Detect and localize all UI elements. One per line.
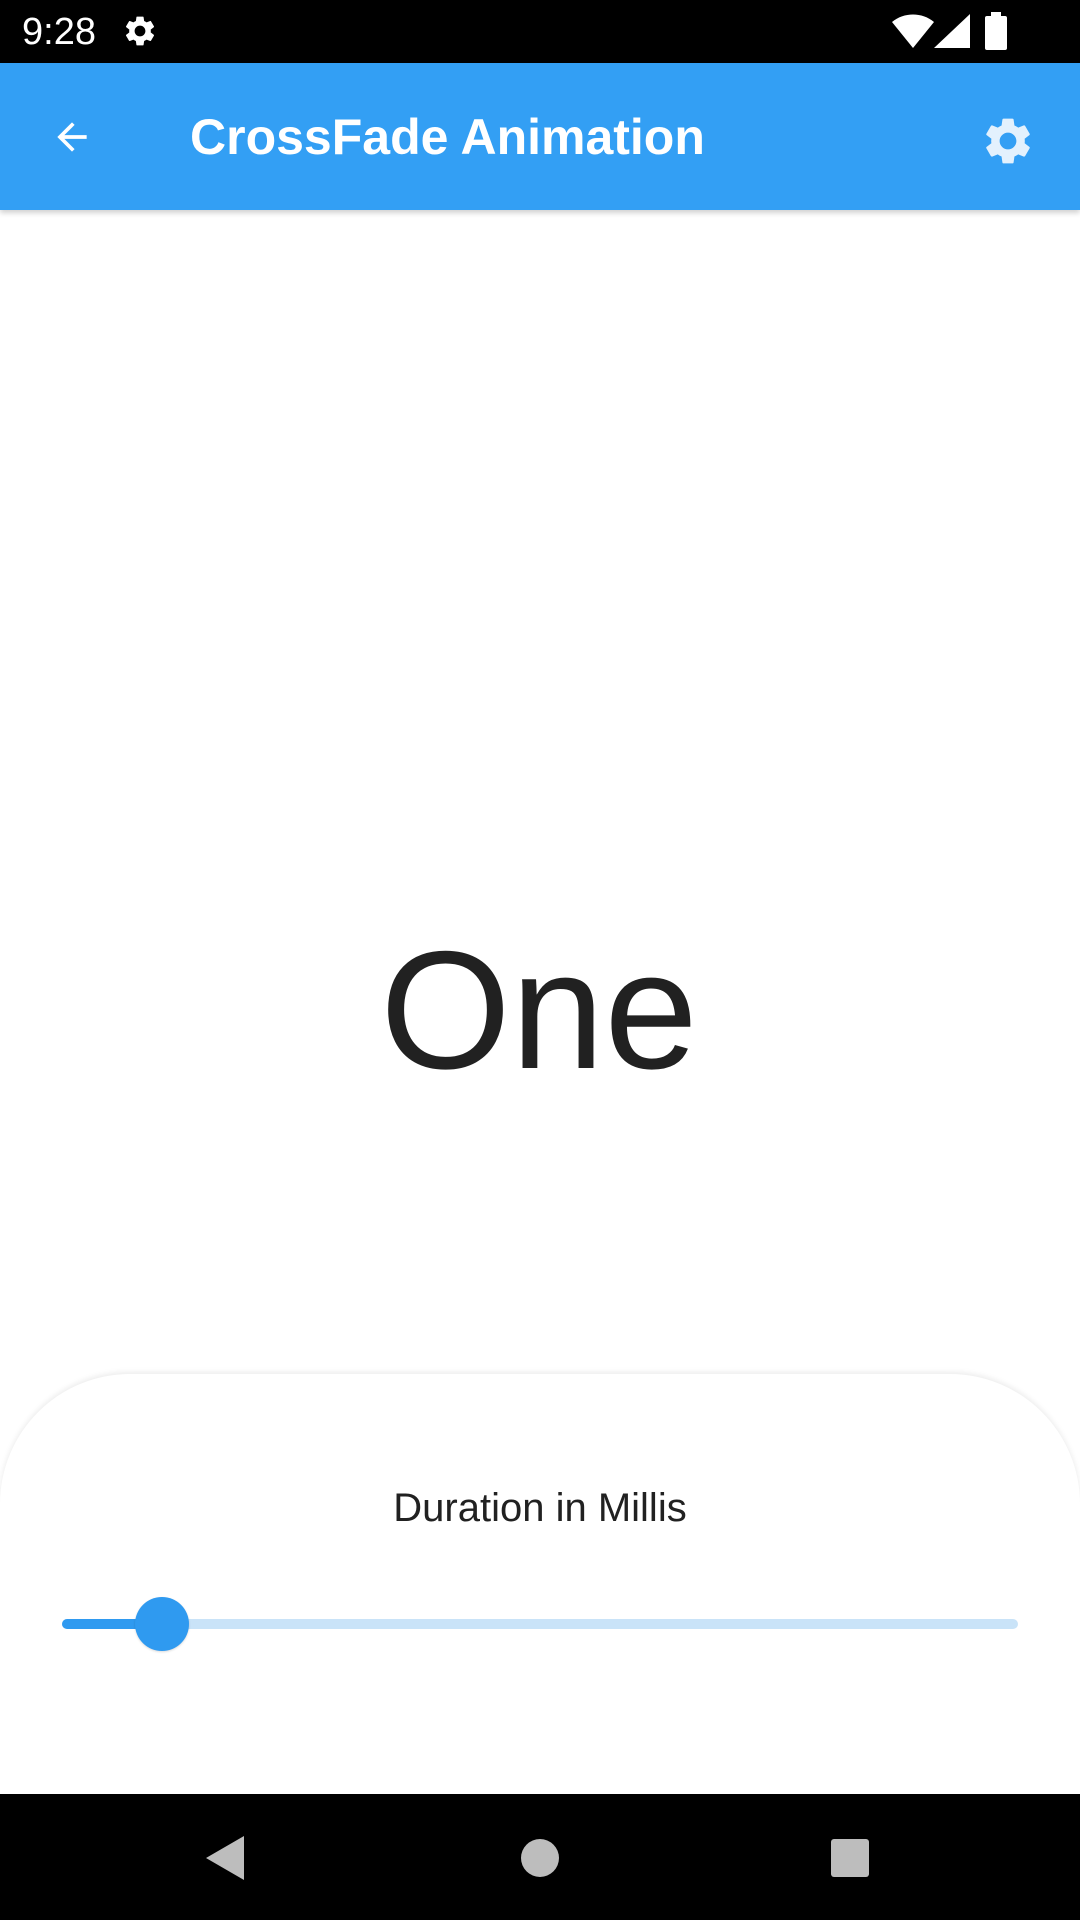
main-content: One — [0, 210, 1080, 1374]
arrow-back-icon — [57, 122, 87, 152]
cellular-signal-icon — [934, 14, 970, 48]
slider-thumb[interactable] — [135, 1597, 189, 1651]
app-bar: CrossFade Animation — [0, 63, 1080, 210]
settings-gear-icon — [125, 16, 155, 46]
duration-control-panel: Duration in Millis — [0, 1374, 1080, 1794]
recents-square-icon[interactable] — [830, 1838, 870, 1878]
back-triangle-icon[interactable] — [204, 1834, 248, 1882]
status-time: 9:28 — [22, 11, 96, 53]
back-button[interactable] — [30, 98, 114, 176]
crossfade-text: One — [380, 916, 698, 1104]
wifi-icon — [892, 14, 934, 48]
slider-label: Duration in Millis — [393, 1486, 687, 1530]
status-bar: 9:28 — [0, 0, 1080, 63]
settings-button[interactable] — [966, 103, 1046, 183]
home-circle-icon[interactable] — [520, 1838, 560, 1878]
battery-icon — [985, 12, 1007, 50]
duration-slider[interactable] — [62, 1597, 1018, 1651]
screen: 9:28 CrossFade Animation One Duration in… — [0, 0, 1080, 1920]
page-title: CrossFade Animation — [190, 109, 705, 165]
settings-gear-icon — [986, 118, 1030, 164]
system-nav-bar — [0, 1794, 1080, 1920]
slider-track[interactable] — [62, 1619, 1018, 1629]
